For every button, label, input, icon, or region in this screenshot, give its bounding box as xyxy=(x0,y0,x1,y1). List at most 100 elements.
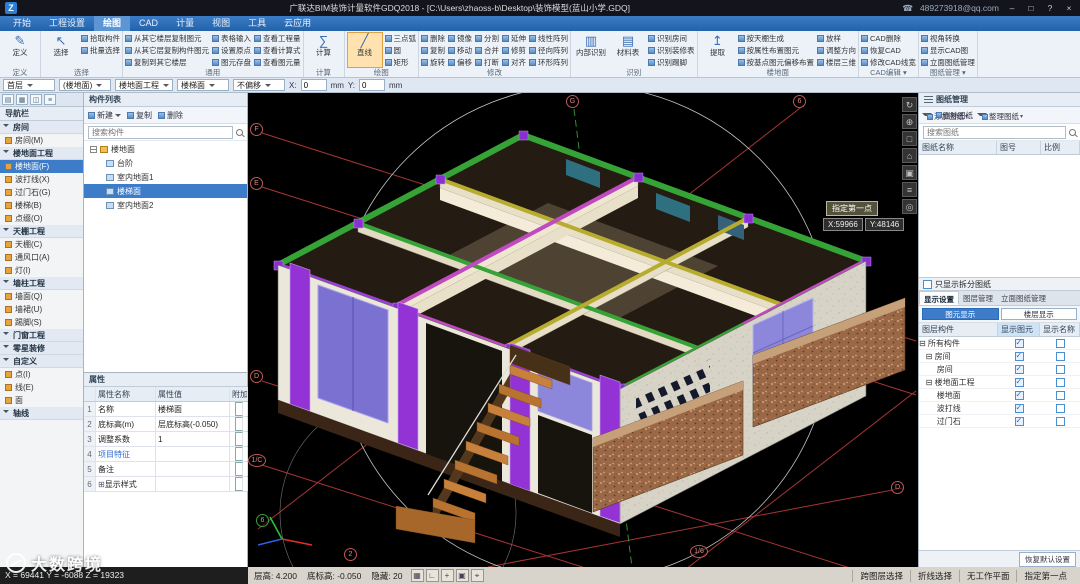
ribbon-small-button[interactable]: 打断 xyxy=(475,56,499,68)
ribbon-small-button[interactable]: 矩形 xyxy=(384,56,417,68)
nav-item[interactable]: 楼地面工程 xyxy=(0,147,83,160)
ribbon-tab[interactable]: 开始 xyxy=(4,16,40,31)
component-tree-item[interactable]: 楼地面 xyxy=(84,142,247,156)
ribbon-small-button[interactable]: 线性阵列 xyxy=(529,32,568,44)
nav-item[interactable]: 房间 xyxy=(0,121,83,134)
attach-checkbox[interactable] xyxy=(234,417,243,431)
search-icon[interactable] xyxy=(236,128,243,136)
ribbon-big-button[interactable]: ↥ 提取 xyxy=(700,32,736,68)
nav-item[interactable]: 灯(I) xyxy=(0,264,83,277)
ribbon-big-button[interactable]: ▤ 材料表 xyxy=(610,32,646,68)
component-tree-item[interactable]: 室内地面2 xyxy=(84,198,247,212)
ribbon-small-button[interactable]: 从其它层复制构件图元 xyxy=(125,44,209,56)
x-offset-input[interactable] xyxy=(300,79,327,91)
property-row[interactable]: 6 显示样式 xyxy=(84,477,248,492)
show-name-checkbox[interactable] xyxy=(1055,351,1065,361)
show-name-checkbox[interactable] xyxy=(1055,403,1065,413)
search-icon[interactable] xyxy=(1069,128,1076,136)
property-row[interactable]: 1 名称 楼梯面 xyxy=(84,402,248,417)
y-offset-input[interactable] xyxy=(359,79,386,91)
ribbon-small-button[interactable]: 表格输入 xyxy=(212,32,251,44)
status-mode-item[interactable]: 折线选择 xyxy=(909,569,959,582)
ribbon-tab[interactable]: 工程设置 xyxy=(40,16,94,31)
view-tool-icon[interactable]: ▣ xyxy=(902,165,917,180)
account-email[interactable]: 489273918@qq.com xyxy=(920,3,999,13)
delete-component-button[interactable]: 删除 xyxy=(158,110,183,121)
status-toggle-icon[interactable]: + xyxy=(440,569,454,582)
display-row[interactable]: ⊟ 房间 xyxy=(919,350,1080,363)
show-element-checkbox[interactable] xyxy=(1014,403,1024,413)
status-toggle-icon[interactable]: ▣ xyxy=(455,569,469,582)
ribbon-tab[interactable]: 云应用 xyxy=(275,16,320,31)
show-name-checkbox[interactable] xyxy=(1055,338,1065,348)
nav-item[interactable]: 楼梯(B) xyxy=(0,199,83,212)
attach-checkbox[interactable] xyxy=(234,432,243,446)
nav-item[interactable]: 通风口(A) xyxy=(0,251,83,264)
nav-item[interactable]: 墙面(Q) xyxy=(0,290,83,303)
ribbon-tab[interactable]: 绘图 xyxy=(94,16,131,31)
nav-item[interactable]: 波打线(X) xyxy=(0,173,83,186)
display-row[interactable]: 楼地面 xyxy=(919,389,1080,402)
view-tool-icon[interactable]: ≡ xyxy=(902,182,917,197)
ribbon-small-button[interactable]: 批量选择 xyxy=(81,44,120,56)
ribbon-small-button[interactable]: 复制到其它楼层 xyxy=(125,56,209,68)
ribbon-tab[interactable]: 计量 xyxy=(167,16,203,31)
toolbar-dropdown[interactable]: 楼梯面 xyxy=(177,79,229,91)
nav-item[interactable]: 墙柱工程 xyxy=(0,277,83,290)
ribbon-small-button[interactable]: CAD删除 xyxy=(861,32,916,44)
ribbon-small-button[interactable]: 显示CAD图 xyxy=(920,44,975,56)
property-row[interactable]: 2 底标高(m) 层底标高(-0.050) xyxy=(84,417,248,432)
view-tool-icon[interactable]: ↻ xyxy=(902,97,917,112)
status-toggle-icon[interactable]: ▦ xyxy=(410,569,424,582)
ribbon-small-button[interactable]: 调整方向 xyxy=(817,44,856,56)
property-row[interactable]: 3 调整系数 1 xyxy=(84,432,248,447)
ribbon-small-button[interactable]: 查看工程量 xyxy=(254,32,301,44)
toolbar-dropdown[interactable]: 楼地面工程 xyxy=(115,79,173,91)
collapse-icon[interactable] xyxy=(90,145,97,153)
ribbon-small-button[interactable]: 修改CAD线宽 xyxy=(861,56,916,68)
view-tool-icon[interactable]: ⌂ xyxy=(902,148,917,163)
ribbon-small-button[interactable]: 从其它楼层复制图元 xyxy=(125,32,209,44)
ribbon-small-button[interactable]: 图元存盘 xyxy=(212,56,251,68)
show-name-checkbox[interactable] xyxy=(1055,364,1065,374)
new-component-button[interactable]: 新建 xyxy=(88,110,121,121)
property-row[interactable]: 5 备注 xyxy=(84,462,248,477)
ribbon-big-button[interactable]: ╱ 直线 xyxy=(346,32,383,68)
show-element-checkbox[interactable] xyxy=(1014,377,1024,387)
nav-item[interactable]: 点(I) xyxy=(0,368,83,381)
ribbon-small-button[interactable]: 识别踢脚 xyxy=(648,56,695,68)
ribbon-small-button[interactable]: 设置原点 xyxy=(212,44,251,56)
attach-checkbox[interactable] xyxy=(234,462,243,476)
nav-item[interactable]: 踢脚(S) xyxy=(0,316,83,329)
status-mode-item[interactable]: 跨图层选择 xyxy=(852,569,910,582)
ribbon-small-button[interactable]: 对齐 xyxy=(502,56,526,68)
toolbar-dropdown[interactable]: (楼地面) xyxy=(59,79,111,91)
view-tool-icon[interactable]: ◎ xyxy=(902,199,917,214)
attach-checkbox[interactable] xyxy=(234,447,243,461)
ribbon-small-button[interactable]: 识别装修表 xyxy=(648,44,695,56)
nav-header-icon[interactable]: ▤ xyxy=(2,94,14,105)
status-mode-item[interactable]: 指定第一点 xyxy=(1016,569,1074,582)
nav-item[interactable]: 墙裙(U) xyxy=(0,303,83,316)
ribbon-small-button[interactable]: 视角转换 xyxy=(920,32,975,44)
nav-item[interactable]: 线(E) xyxy=(0,381,83,394)
status-toggle-icon[interactable]: ⌖ xyxy=(470,569,484,582)
right-panel-tab[interactable]: 显示设置 xyxy=(919,291,959,305)
display-row[interactable]: 过门石 xyxy=(919,415,1080,428)
ribbon-small-button[interactable]: 按属性布置图元 xyxy=(737,44,815,56)
display-row[interactable]: 房间 xyxy=(919,363,1080,376)
help-button[interactable]: ? xyxy=(1044,3,1056,13)
ribbon-small-button[interactable]: 镜像 xyxy=(448,32,472,44)
ribbon-small-button[interactable]: 分割 xyxy=(475,32,499,44)
toolbar-dropdown[interactable]: 不偏移 xyxy=(233,79,285,91)
ribbon-small-button[interactable]: 楼层三维 xyxy=(817,56,856,68)
show-element-checkbox[interactable] xyxy=(1014,351,1024,361)
ribbon-small-button[interactable]: 三点弧 xyxy=(384,32,416,44)
ribbon-small-button[interactable]: 移动 xyxy=(448,44,472,56)
ribbon-big-button[interactable]: ✎ 定义 xyxy=(2,32,38,68)
ribbon-small-button[interactable]: 径向阵列 xyxy=(529,44,568,56)
display-row[interactable]: ⊟ 所有构件 xyxy=(919,337,1080,350)
component-search-input[interactable] xyxy=(88,125,233,139)
sheet-search-input[interactable] xyxy=(923,125,1066,139)
minimize-button[interactable]: – xyxy=(1006,3,1018,13)
